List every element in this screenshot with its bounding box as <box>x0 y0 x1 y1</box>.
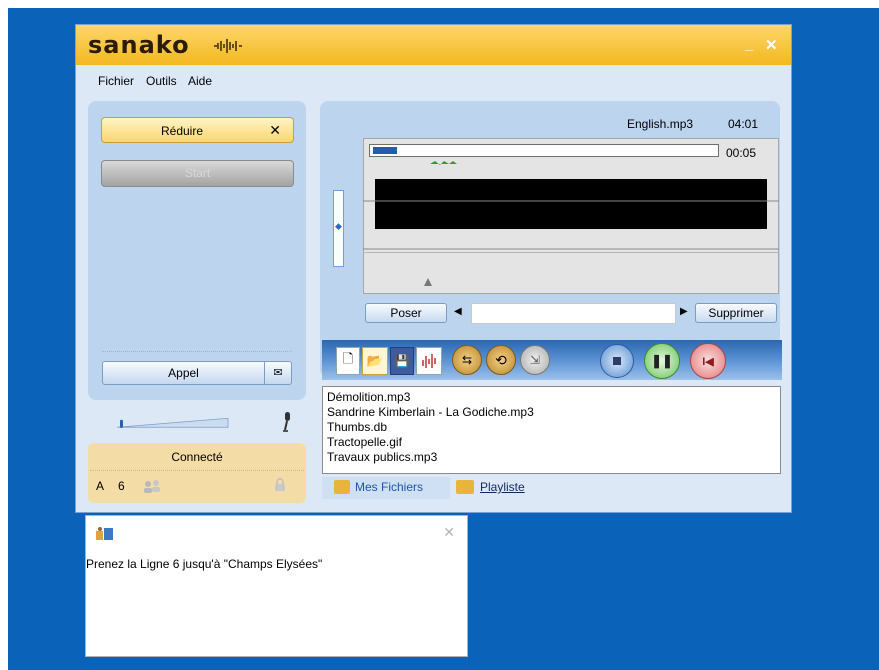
sanako-window: sanako _ ✕ Fichier Outils Aide Réduire ✕… <box>75 24 792 513</box>
stop-icon <box>613 357 621 365</box>
delete-button[interactable]: Supprimer <box>695 303 777 323</box>
connection-status: Connecté <box>171 450 223 464</box>
disabled-button: Start <box>101 160 294 187</box>
file-duration: 04:01 <box>728 117 759 131</box>
line-number: 6 <box>118 479 125 493</box>
volume-thumb[interactable] <box>120 419 123 428</box>
menu-outils[interactable]: Outils <box>146 74 177 88</box>
reduce-label: Réduire <box>160 124 204 138</box>
reduce-button[interactable]: Réduire ✕ <box>101 117 294 143</box>
chevron-right-icon[interactable]: ▶ <box>680 306 688 317</box>
rewind-icon: I◀ <box>702 355 714 368</box>
open-folder-icon: 📂 <box>366 353 384 368</box>
divider <box>90 470 304 471</box>
file-list: Démolition.mp3 Sandrine Kimberlain - La … <box>322 386 781 474</box>
progress-bar[interactable] <box>369 144 719 157</box>
envelope-icon: ✉ <box>273 367 283 379</box>
message-button[interactable]: ✉ <box>265 361 292 385</box>
volume-slider[interactable] <box>98 416 250 431</box>
save-icon: 💾 <box>394 354 410 368</box>
record-level-button[interactable] <box>416 347 442 375</box>
new-file-button[interactable]: 🗋 <box>336 347 360 375</box>
call-button[interactable]: Appel <box>102 361 265 385</box>
rewind-button[interactable]: I◀ <box>690 343 726 379</box>
microphone-icon <box>283 412 290 432</box>
save-button[interactable]: 💾 <box>390 347 414 375</box>
loop-button[interactable]: ⟲ <box>486 345 516 375</box>
waveform <box>363 161 779 286</box>
progress-fill <box>373 147 397 154</box>
chevron-left-icon[interactable]: ◀ <box>454 306 462 317</box>
list-item[interactable]: Thumbs.db <box>327 420 387 434</box>
file-name: English.mp3 <box>627 117 694 131</box>
list-item[interactable]: Démolition.mp3 <box>327 390 410 404</box>
export-button[interactable]: ⇲ <box>520 345 550 375</box>
minimize-button[interactable]: _ <box>745 36 753 53</box>
app-icon <box>96 527 113 540</box>
position-time: 00:05 <box>726 146 757 160</box>
insert-button[interactable]: ⇆ <box>452 345 482 375</box>
vertical-zoom-slider[interactable]: ◆ <box>333 190 344 267</box>
tab-my-files-label: Mes Fichiers <box>355 480 424 494</box>
play-marker-icon <box>430 161 457 165</box>
list-item[interactable]: Sandrine Kimberlain - La Godiche.mp3 <box>327 405 534 419</box>
control-panel: Réduire ✕ Start Appel ✉ <box>88 101 306 400</box>
stop-button[interactable] <box>600 344 634 378</box>
list-item[interactable]: Tractopelle.gif <box>327 435 402 449</box>
playlist-icon <box>456 480 474 494</box>
tab-my-files[interactable]: Mes Fichiers <box>322 477 450 499</box>
lock-icon <box>275 478 285 491</box>
new-file-icon: 🗋 <box>342 351 354 366</box>
notification-close-button[interactable]: ✕ <box>443 524 455 541</box>
status-panel: Connecté A 6 <box>88 443 306 503</box>
insert-arrows-icon: ⇆ <box>461 353 473 367</box>
tab-playlist-label: Playliste <box>480 480 525 494</box>
tab-bar: Mes Fichiers Playliste <box>322 477 572 499</box>
slider-handle-icon[interactable]: ◆ <box>335 221 342 232</box>
title-bar[interactable]: sanako _ ✕ <box>76 25 791 65</box>
tab-playlist[interactable]: Playliste <box>454 477 546 499</box>
list-item[interactable]: Travaux publics.mp3 <box>327 450 437 464</box>
menu-bar: Fichier Outils Aide <box>76 65 791 93</box>
pause-button[interactable]: ❚❚ <box>644 343 680 379</box>
toolbar: 🗋 📂 💾 ⇆ ⟲ ⇲ ❚❚ I◀ <box>322 340 782 380</box>
loop-icon: ⟲ <box>495 351 507 368</box>
pause-icon: ❚❚ <box>651 353 673 368</box>
pose-button[interactable]: Poser <box>365 303 447 323</box>
menu-fichier[interactable]: Fichier <box>98 74 134 88</box>
users-icon <box>144 480 160 493</box>
sanako-logo: sanako <box>88 31 190 59</box>
folder-users-icon <box>334 480 350 494</box>
notification-text: Prenez la Ligne 6 jusqu'à "Champs Elysée… <box>86 557 323 571</box>
record-marker-icon <box>424 278 432 286</box>
open-file-button[interactable]: 📂 <box>362 347 388 375</box>
export-icon: ⇲ <box>529 353 541 367</box>
sound-wave-icon <box>214 39 242 53</box>
close-button[interactable]: ✕ <box>765 36 778 54</box>
group-label: A <box>96 479 105 493</box>
comment-field[interactable] <box>471 303 676 324</box>
divider <box>102 351 292 352</box>
notification-popup: ✕ Prenez la Ligne 6 jusqu'à "Champs Elys… <box>85 515 468 657</box>
close-icon: ✕ <box>269 122 281 138</box>
audio-level-icon <box>422 354 436 368</box>
menu-aide[interactable]: Aide <box>188 74 212 88</box>
